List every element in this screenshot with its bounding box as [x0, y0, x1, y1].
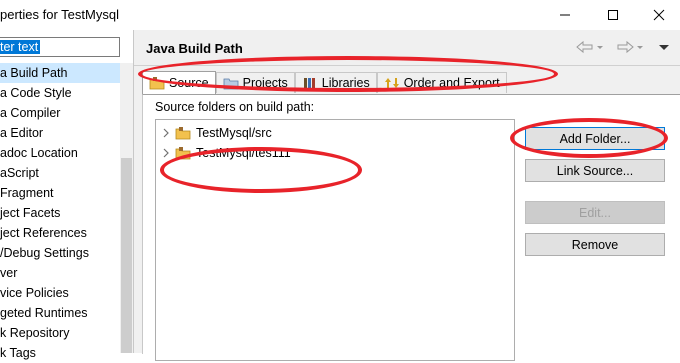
nav-item-run-debug-settings[interactable]: /Debug Settings — [0, 243, 120, 263]
order-export-icon — [384, 78, 399, 88]
tab-order-export[interactable]: Order and Export — [376, 72, 507, 93]
back-menu-button[interactable] — [596, 38, 604, 56]
nav-item-javascript[interactable]: aScript — [0, 163, 120, 183]
nav-item-java-compiler[interactable]: a Compiler — [0, 103, 120, 123]
libraries-icon — [303, 78, 315, 89]
tab-source-label: Source — [169, 76, 209, 90]
maximize-icon — [608, 10, 618, 20]
nav-item-java-build-path[interactable]: a Build Path — [0, 63, 120, 83]
add-folder-button[interactable]: Add Folder... — [525, 127, 665, 150]
expand-chevron-icon[interactable] — [162, 148, 170, 158]
close-button[interactable] — [636, 0, 680, 30]
nav-item-task-tags[interactable]: k Tags — [0, 343, 120, 363]
nav-item-service-policies[interactable]: vice Policies — [0, 283, 120, 303]
properties-nav-list: a Build Path a Code Style a Compiler a E… — [0, 63, 120, 363]
forward-button[interactable] — [616, 38, 634, 56]
sidebar-scrollbar[interactable] — [120, 63, 133, 353]
view-menu-icon — [659, 45, 669, 50]
edit-button: Edit... — [525, 201, 665, 224]
nav-item-project-references[interactable]: ject References — [0, 223, 120, 243]
tab-strip: Source Projects Libraries Order and Expo… — [142, 71, 507, 94]
forward-menu-button[interactable] — [636, 38, 644, 56]
nav-item-project-facets[interactable]: ject Facets — [0, 203, 120, 223]
source-folder-tree[interactable]: TestMysql/src TestMysql/tes111 — [155, 119, 515, 361]
tab-libraries[interactable]: Libraries — [294, 72, 377, 93]
nav-item-java-code-style[interactable]: a Code Style — [0, 83, 120, 103]
forward-arrow-icon — [617, 40, 634, 54]
tab-order-export-label: Order and Export — [403, 76, 500, 90]
tree-item-tes111[interactable]: TestMysql/tes111 — [162, 144, 291, 162]
source-tab-panel: Source folders on build path: TestMysql/… — [142, 94, 680, 361]
maximize-button[interactable] — [590, 0, 636, 30]
property-page: Java Build Path Source Projects Librarie… — [134, 30, 680, 361]
tree-item-tes111-label: TestMysql/tes111 — [196, 146, 291, 160]
window-title: perties for TestMysql — [0, 7, 119, 22]
page-title: Java Build Path — [146, 41, 243, 56]
back-button[interactable] — [576, 38, 594, 56]
tab-projects[interactable]: Projects — [215, 72, 295, 93]
source-folder-icon — [149, 77, 165, 90]
filter-text: ter text — [0, 40, 41, 54]
remove-button[interactable]: Remove — [525, 233, 665, 256]
nav-item-server[interactable]: ver — [0, 263, 120, 283]
expand-chevron-icon[interactable] — [162, 128, 170, 138]
back-arrow-icon — [576, 40, 593, 54]
tab-source[interactable]: Source — [142, 71, 216, 94]
view-menu-button[interactable] — [658, 38, 670, 56]
tab-projects-label: Projects — [242, 76, 288, 90]
projects-folder-icon — [223, 78, 239, 90]
properties-sidebar: ter text a Build Path a Code Style a Com… — [0, 30, 134, 360]
source-folder-icon — [175, 127, 191, 140]
nav-item-task-repository[interactable]: k Repository — [0, 323, 120, 343]
chevron-down-icon — [637, 46, 643, 49]
minimize-button[interactable] — [542, 0, 588, 30]
tree-item-src[interactable]: TestMysql/src — [162, 124, 272, 142]
nav-item-javadoc-location[interactable]: adoc Location — [0, 143, 120, 163]
tree-item-src-label: TestMysql/src — [196, 126, 272, 140]
source-folder-icon — [175, 147, 191, 160]
source-folders-label: Source folders on build path: — [155, 100, 315, 114]
link-source-button[interactable]: Link Source... — [525, 159, 665, 182]
chevron-down-icon — [597, 46, 603, 49]
nav-item-targeted-runtimes[interactable]: geted Runtimes — [0, 303, 120, 323]
filter-input[interactable]: ter text — [0, 37, 120, 57]
nav-item-java-editor[interactable]: a Editor — [0, 123, 120, 143]
sidebar-scrollbar-thumb[interactable] — [121, 158, 132, 353]
header-divider — [134, 65, 680, 66]
nav-item-fragment[interactable]: Fragment — [0, 183, 120, 203]
minimize-icon — [560, 14, 570, 16]
close-icon — [653, 9, 665, 21]
tab-libraries-label: Libraries — [321, 76, 370, 90]
title-bar: perties for TestMysql — [0, 0, 680, 30]
